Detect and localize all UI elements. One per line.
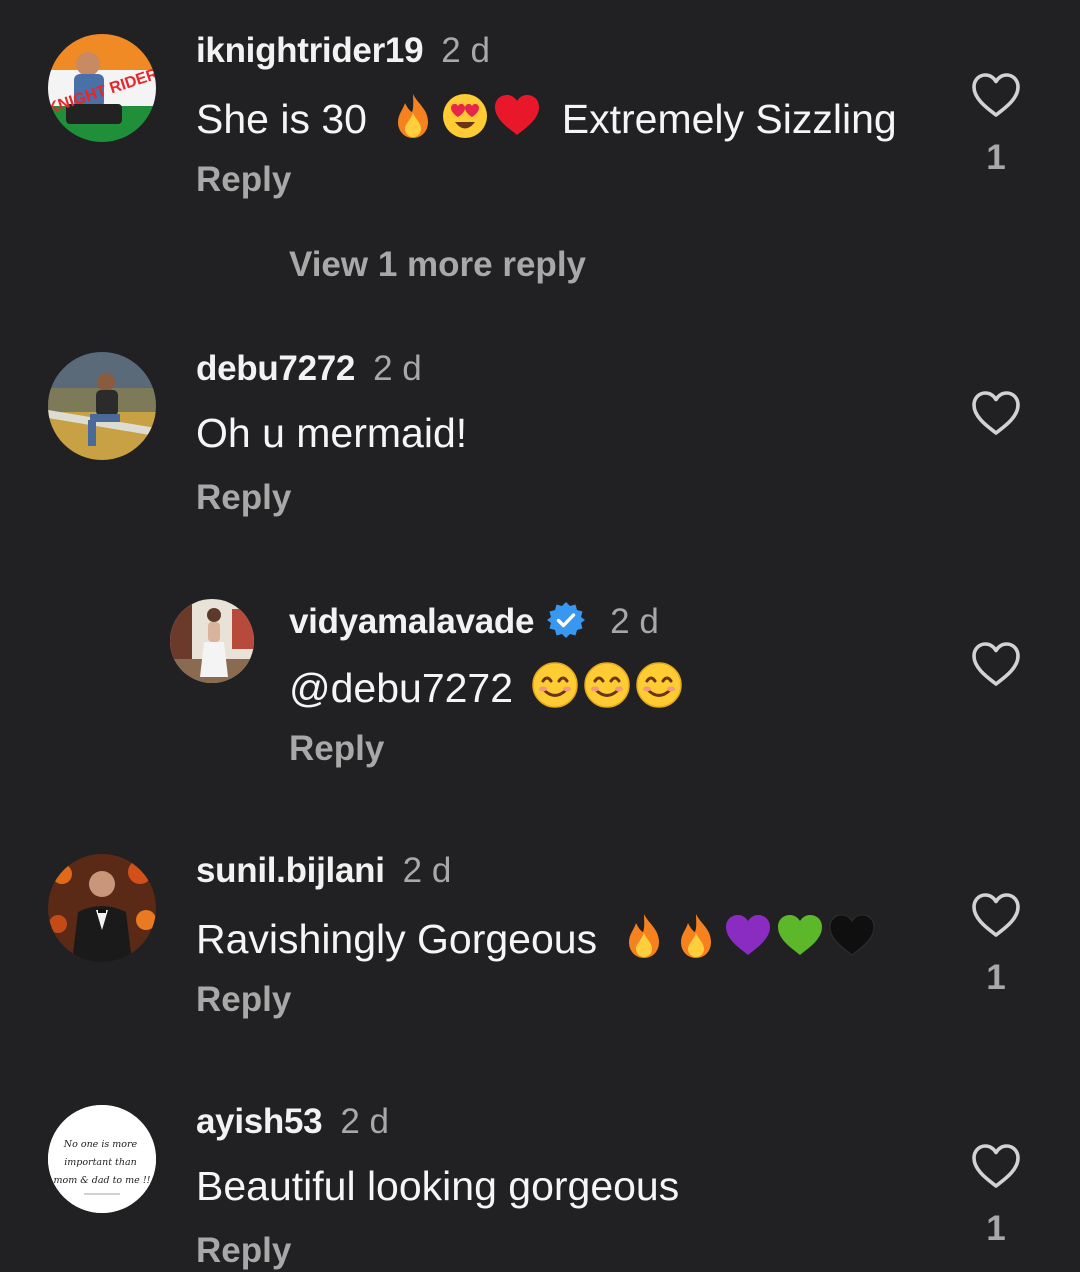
green-heart-emoji-icon (775, 911, 825, 961)
like-heart-icon[interactable] (970, 640, 1022, 688)
like-heart-icon[interactable] (970, 389, 1022, 437)
comment-text-part: She is 30 (196, 96, 367, 142)
username[interactable]: vidyamalavade (289, 602, 534, 641)
verified-badge-icon (546, 600, 586, 640)
comment-text: Beautiful looking gorgeous (196, 1163, 680, 1209)
comment-header: ayish53 2 d (196, 1102, 389, 1142)
timestamp: 2 d (610, 602, 659, 641)
smiling-face-emoji-icon (634, 660, 684, 710)
username[interactable]: sunil.bijlani (196, 851, 385, 890)
timestamp: 2 d (373, 349, 422, 388)
username[interactable]: iknightrider19 (196, 31, 424, 70)
smiling-face-emoji-icon (582, 660, 632, 710)
avatar[interactable] (48, 854, 156, 962)
reply-button[interactable]: Reply (196, 980, 291, 1020)
comment-text-part: Ravishingly Gorgeous (196, 916, 598, 962)
avatar[interactable] (170, 599, 254, 683)
like-heart-icon[interactable] (970, 891, 1022, 939)
purple-heart-emoji-icon (723, 911, 773, 961)
timestamp: 2 d (441, 31, 490, 70)
like-heart-icon[interactable] (970, 71, 1022, 119)
black-heart-emoji-icon (827, 911, 877, 961)
red-heart-emoji-icon (492, 91, 542, 141)
view-more-replies-button[interactable]: View 1 more reply (289, 245, 586, 285)
comment-text: Oh u mermaid! (196, 410, 468, 456)
reply-button[interactable]: Reply (196, 160, 291, 200)
like-count: 1 (986, 1209, 1006, 1248)
reply-button[interactable]: Reply (289, 729, 384, 769)
comment-text: She is 30 Extremely Sizzling (196, 91, 897, 143)
comment-header: sunil.bijlani 2 d (196, 851, 451, 891)
comment-text: Ravishingly Gorgeous (196, 911, 879, 963)
username[interactable]: ayish53 (196, 1102, 323, 1141)
avatar[interactable] (48, 352, 156, 460)
avatar-quote-text: No one is more important than mom & dad … (54, 1139, 151, 1186)
username[interactable]: debu7272 (196, 349, 355, 388)
fire-emoji-icon (619, 911, 669, 961)
comment-header: iknightrider19 2 d (196, 31, 490, 71)
mention-link[interactable]: @debu7272 (289, 665, 513, 711)
smiling-face-emoji-icon (530, 660, 580, 710)
avatar[interactable]: KNIGHT RIDER (48, 34, 156, 142)
comment-header: debu7272 2 d (196, 349, 422, 389)
fire-emoji-icon (388, 91, 438, 141)
timestamp: 2 d (402, 851, 452, 890)
timestamp: 2 d (340, 1102, 389, 1141)
heart-eyes-emoji-icon (440, 91, 490, 141)
like-count: 1 (986, 958, 1006, 997)
reply-button[interactable]: Reply (196, 478, 291, 518)
like-heart-icon[interactable] (970, 1142, 1022, 1190)
comment-text: @debu7272 (289, 660, 686, 712)
comment-header: vidyamalavade 2 d (289, 600, 659, 642)
comment-text-part: Extremely Sizzling (561, 96, 897, 142)
reply-button[interactable]: Reply (196, 1231, 291, 1271)
fire-emoji-icon (671, 911, 721, 961)
like-count: 1 (986, 138, 1006, 177)
avatar[interactable]: No one is more important than mom & dad … (48, 1105, 156, 1213)
